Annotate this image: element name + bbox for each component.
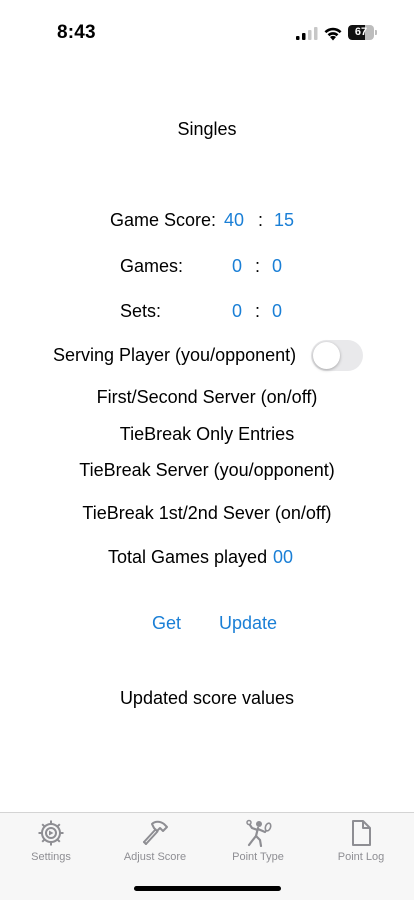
updated-score-message: Updated score values <box>119 688 295 708</box>
get-button[interactable]: Get <box>152 613 181 634</box>
battery-icon: 67 <box>348 25 377 40</box>
tiebreak-only-heading: TieBreak Only Entries <box>119 424 295 444</box>
wifi-icon <box>324 27 342 41</box>
tab-point-type[interactable]: Point Type <box>208 819 308 869</box>
tab-label: Point Log <box>337 851 385 863</box>
serving-player-label: Serving Player (you/opponent) <box>53 345 297 365</box>
game-score-opponent[interactable]: 15 <box>274 210 294 231</box>
first-second-server-label: First/Second Server (on/off) <box>96 387 318 407</box>
toggle-knob <box>313 342 340 369</box>
battery-level: 67 <box>354 26 368 38</box>
sets-player[interactable]: 0 <box>232 301 242 322</box>
document-icon <box>352 820 371 846</box>
gear-icon <box>38 820 64 846</box>
serving-player-toggle[interactable] <box>311 340 363 371</box>
tab-bar: Settings Adjust Score Point Type Point L… <box>0 812 414 900</box>
tab-label: Settings <box>31 851 71 863</box>
hammer-icon <box>143 820 168 845</box>
sets-opponent[interactable]: 0 <box>272 301 282 322</box>
games-player[interactable]: 0 <box>232 256 242 277</box>
sets-separator: : <box>255 301 261 321</box>
status-bar: 8:43 67 <box>0 0 414 60</box>
games-separator: : <box>255 256 261 276</box>
tiebreak-first-second-label: TieBreak 1st/2nd Sever (on/off) <box>82 503 332 523</box>
tab-settings[interactable]: Settings <box>1 819 101 869</box>
page-title: Singles <box>177 119 237 139</box>
game-score-player[interactable]: 40 <box>224 210 244 231</box>
status-time: 8:43 <box>57 22 96 43</box>
game-score-label: Game Score: <box>110 210 217 230</box>
games-label: Games: <box>120 256 184 276</box>
tiebreak-server-label: TieBreak Server (you/opponent) <box>79 460 335 480</box>
cellular-signal-icon <box>296 27 318 40</box>
games-opponent[interactable]: 0 <box>272 256 282 277</box>
game-score-separator: : <box>258 210 264 230</box>
total-games-value[interactable]: 00 <box>273 547 293 568</box>
sets-label: Sets: <box>120 301 162 321</box>
tab-adjust-score[interactable]: Adjust Score <box>105 819 205 869</box>
update-button[interactable]: Update <box>219 613 277 634</box>
tab-point-log[interactable]: Point Log <box>311 819 411 869</box>
home-indicator[interactable] <box>134 886 281 891</box>
tab-label: Point Type <box>232 851 284 863</box>
tennis-player-icon <box>246 819 272 847</box>
tab-label: Adjust Score <box>123 851 187 863</box>
total-games-label: Total Games played <box>108 547 268 567</box>
